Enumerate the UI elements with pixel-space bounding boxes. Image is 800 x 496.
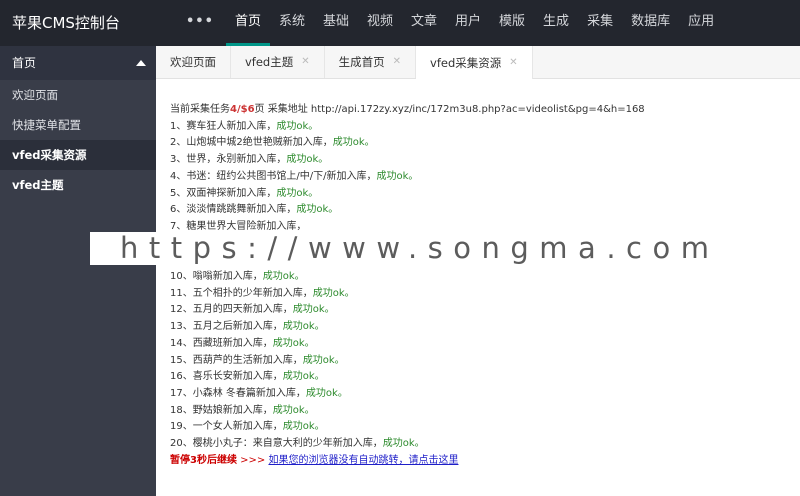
result-status: 成功ok。 xyxy=(305,387,348,399)
result-title: 19、一个女人新加入库， xyxy=(170,421,283,433)
nav-article[interactable]: 文章 xyxy=(402,0,446,46)
result-row: 18、野姑娘新加入库，成功ok。 xyxy=(170,403,790,420)
result-title: 20、樱桃小丸子：来自意大利的少年新加入库， xyxy=(170,438,383,450)
sidebar-item-welcome[interactable]: 欢迎页面 xyxy=(0,80,156,110)
result-status: 成功ok。 xyxy=(272,404,315,416)
collect-log: 当前采集任务4/$6页 采集地址 http://api.172zy.xyz/in… xyxy=(170,102,790,469)
result-status: 成功ok。 xyxy=(376,170,419,182)
result-row: 20、樱桃小丸子：来自意大利的少年新加入库，成功ok。 xyxy=(170,436,790,453)
nav-generate[interactable]: 生成 xyxy=(534,0,578,46)
result-title: 14、西藏班新加入库， xyxy=(170,337,273,349)
nav-apps[interactable]: 应用 xyxy=(679,0,723,46)
result-row: 16、喜乐长安新加入库，成功ok。 xyxy=(170,369,790,386)
result-row: 12、五月的四天新加入库，成功ok。 xyxy=(170,302,790,319)
result-status: 成功ok。 xyxy=(302,354,345,366)
collect-status: 当前采集任务4/$6页 采集地址 http://api.172zy.xyz/in… xyxy=(170,102,790,119)
tab-vfed-theme[interactable]: vfed主题 ✕ xyxy=(231,46,325,78)
tab-label: 欢迎页面 xyxy=(170,55,216,69)
top-nav: ••• 首页 系统 基础 视频 文章 用户 模版 生成 采集 数据库 应用 xyxy=(176,0,723,46)
close-icon[interactable]: ✕ xyxy=(301,46,309,78)
result-row: 1、赛车狂人新加入库，成功ok。 xyxy=(170,119,790,136)
result-title: 10、嗡嗡新加入库， xyxy=(170,271,263,283)
result-row: 13、五月之后新加入库，成功ok。 xyxy=(170,319,790,336)
nav-basic[interactable]: 基础 xyxy=(314,0,358,46)
result-status: 成功ok。 xyxy=(382,438,425,450)
result-row: 4、书迷：纽约公共图书馆上/中/下/新加入库，成功ok。 xyxy=(170,169,790,186)
sidebar-group-home[interactable]: 首页 xyxy=(0,46,156,80)
result-title: 1、赛车狂人新加入库， xyxy=(170,120,277,132)
result-status: 成功ok。 xyxy=(282,421,325,433)
sidebar-item-vfed-collect[interactable]: vfed采集资源 xyxy=(0,140,156,170)
result-title: 15、西葫芦的生活新加入库， xyxy=(170,354,303,366)
nav-system[interactable]: 系统 xyxy=(270,0,314,46)
close-icon[interactable]: ✕ xyxy=(509,47,517,79)
nav-database[interactable]: 数据库 xyxy=(622,0,679,46)
result-status: 成功ok。 xyxy=(276,187,319,199)
result-status: 成功ok。 xyxy=(292,304,335,316)
result-row: 11、五个相扑的少年新加入库，成功ok。 xyxy=(170,286,790,303)
caret-up-icon xyxy=(136,60,146,66)
result-title: 17、小森林 冬春篇新加入库， xyxy=(170,387,306,399)
status-current-page: 4 xyxy=(230,104,237,115)
wait-text: 暂停3秒后继续 xyxy=(170,454,237,466)
nav-user[interactable]: 用户 xyxy=(446,0,490,46)
watermark-text: https://www.songma.com xyxy=(120,231,720,265)
result-row: 5、双面神探新加入库，成功ok。 xyxy=(170,186,790,203)
result-status: 成功ok。 xyxy=(332,137,375,149)
result-row: 6、淡淡情跳跳舞新加入库，成功ok。 xyxy=(170,202,790,219)
app-brand: 苹果CMS控制台 xyxy=(12,14,120,32)
result-row: 2、山炮城中城2绝世艳贼新加入库，成功ok。 xyxy=(170,135,790,152)
result-title: 4、书迷：纽约公共图书馆上/中/下/新加入库， xyxy=(170,170,377,182)
result-title: 11、五个相扑的少年新加入库， xyxy=(170,287,313,299)
result-title: 5、双面神探新加入库， xyxy=(170,187,277,199)
result-row: 17、小森林 冬春篇新加入库，成功ok。 xyxy=(170,386,790,403)
result-title: 18、野姑娘新加入库， xyxy=(170,404,273,416)
nav-video[interactable]: 视频 xyxy=(358,0,402,46)
wait-arrows: >>> xyxy=(236,454,269,466)
result-status: 成功ok。 xyxy=(282,371,325,383)
result-row: 3、世界，永别新加入库，成功ok。 xyxy=(170,152,790,169)
result-status: 成功ok。 xyxy=(296,204,339,216)
sidebar: 首页 欢迎页面 快捷菜单配置 vfed采集资源 vfed主题 xyxy=(0,46,156,496)
tab-label: vfed采集资源 xyxy=(430,55,502,70)
result-status: 成功ok。 xyxy=(286,154,329,166)
result-row: 10、嗡嗡新加入库，成功ok。 xyxy=(170,269,790,286)
close-icon[interactable]: ✕ xyxy=(393,46,401,78)
nav-home[interactable]: 首页 xyxy=(225,0,270,46)
sidebar-group-label: 首页 xyxy=(12,56,37,70)
nav-template[interactable]: 模版 xyxy=(490,0,534,46)
result-title: 2、山炮城中城2绝世艳贼新加入库， xyxy=(170,137,333,149)
result-row: 15、西葫芦的生活新加入库，成功ok。 xyxy=(170,353,790,370)
sidebar-item-shortcut-menu[interactable]: 快捷菜单配置 xyxy=(0,110,156,140)
result-row: 19、一个女人新加入库，成功ok。 xyxy=(170,419,790,436)
status-suffix: 页 采集地址 http://api.172zy.xyz/inc/172m3u8.… xyxy=(254,104,645,115)
result-title: 16、喜乐长安新加入库， xyxy=(170,371,283,383)
result-title: 6、淡淡情跳跳舞新加入库， xyxy=(170,204,297,216)
top-header: 苹果CMS控制台 ••• 首页 系统 基础 视频 文章 用户 模版 生成 采集 … xyxy=(0,0,800,46)
status-prefix: 当前采集任务 xyxy=(170,104,230,115)
tab-welcome[interactable]: 欢迎页面 xyxy=(156,46,231,78)
tab-label: vfed主题 xyxy=(245,55,294,69)
result-status: 成功ok。 xyxy=(262,271,305,283)
result-title: 13、五月之后新加入库， xyxy=(170,321,283,333)
tab-vfed-collect[interactable]: vfed采集资源 ✕ xyxy=(416,46,533,79)
result-status: 成功ok。 xyxy=(282,321,325,333)
redirect-link[interactable]: 如果您的浏览器没有自动跳转，请点击这里 xyxy=(268,455,458,466)
result-row: 14、西藏班新加入库，成功ok。 xyxy=(170,336,790,353)
more-menu-icon[interactable]: ••• xyxy=(176,0,226,46)
result-status: 成功ok。 xyxy=(272,337,315,349)
status-total-pages: $6 xyxy=(240,104,255,115)
result-title: 3、世界，永别新加入库， xyxy=(170,154,287,166)
result-status: 成功ok。 xyxy=(276,120,319,132)
wait-line: 暂停3秒后继续 >>> 如果您的浏览器没有自动跳转，请点击这里 xyxy=(170,453,790,470)
sidebar-item-vfed-theme[interactable]: vfed主题 xyxy=(0,170,156,200)
result-title: 12、五月的四天新加入库， xyxy=(170,304,293,316)
tab-generate-home[interactable]: 生成首页 ✕ xyxy=(325,46,417,78)
result-list: 1、赛车狂人新加入库，成功ok。 2、山炮城中城2绝世艳贼新加入库，成功ok。 3、… xyxy=(170,119,790,453)
result-status: 成功ok。 xyxy=(312,287,355,299)
nav-collect[interactable]: 采集 xyxy=(578,0,622,46)
tab-label: 生成首页 xyxy=(338,55,385,69)
tab-bar: 欢迎页面 vfed主题 ✕ 生成首页 ✕ vfed采集资源 ✕ xyxy=(156,46,800,79)
